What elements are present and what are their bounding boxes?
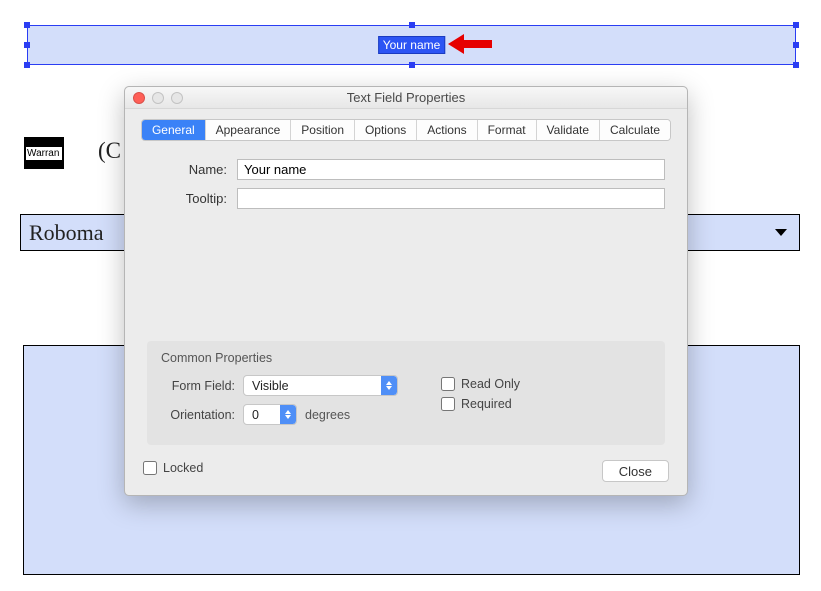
dialog-title: Text Field Properties [125, 90, 687, 105]
select-stepper-icon [280, 405, 296, 424]
required-checkbox-row[interactable]: Required [441, 397, 651, 411]
select-stepper-icon [381, 376, 397, 395]
window-minimize-button [152, 92, 164, 104]
name-label: Name: [147, 162, 237, 177]
read-only-label: Read Only [461, 377, 520, 391]
read-only-checkbox[interactable] [441, 377, 455, 391]
tooltip-input[interactable] [237, 188, 665, 209]
locked-label: Locked [163, 461, 203, 475]
tab-format[interactable]: Format [478, 120, 537, 140]
locked-checkbox-row[interactable]: Locked [143, 461, 203, 475]
resize-handle[interactable] [793, 22, 799, 28]
close-button[interactable]: Close [602, 460, 669, 482]
tab-calculate[interactable]: Calculate [600, 120, 670, 140]
resize-handle[interactable] [793, 42, 799, 48]
warran-field[interactable]: Warran [24, 137, 64, 169]
chevron-down-icon [775, 229, 787, 236]
resize-handle[interactable] [24, 22, 30, 28]
tab-general[interactable]: General [142, 120, 206, 140]
tab-position[interactable]: Position [291, 120, 355, 140]
name-input[interactable] [237, 159, 665, 180]
window-close-button[interactable] [133, 92, 145, 104]
degrees-label: degrees [305, 408, 350, 422]
dialog-titlebar[interactable]: Text Field Properties [125, 87, 687, 109]
text-field-properties-dialog: Text Field Properties General Appearance… [124, 86, 688, 496]
orientation-select-value: 0 [244, 408, 280, 422]
tab-appearance[interactable]: Appearance [206, 120, 292, 140]
required-checkbox[interactable] [441, 397, 455, 411]
locked-checkbox[interactable] [143, 461, 157, 475]
warran-text: Warran [26, 147, 62, 160]
resize-handle[interactable] [24, 62, 30, 68]
orientation-select[interactable]: 0 [243, 404, 297, 425]
general-panel: Name: Tooltip: Common Properties Form Fi… [125, 141, 687, 453]
resize-handle[interactable] [409, 22, 415, 28]
tooltip-label: Tooltip: [147, 191, 237, 206]
common-properties-section: Common Properties Form Field: Visible Or… [147, 341, 665, 445]
tab-options[interactable]: Options [355, 120, 417, 140]
form-field-label: Form Field: [161, 379, 243, 393]
required-label: Required [461, 397, 512, 411]
tab-bar: General Appearance Position Options Acti… [141, 119, 671, 141]
selected-field-label: Your name [378, 36, 446, 54]
dropdown-field-value: Roboma [29, 220, 104, 246]
form-field-select-value: Visible [244, 379, 381, 393]
tab-validate[interactable]: Validate [537, 120, 600, 140]
form-field-select[interactable]: Visible [243, 375, 398, 396]
common-properties-heading: Common Properties [161, 351, 651, 365]
close-button-label: Close [619, 464, 652, 479]
resize-handle[interactable] [24, 42, 30, 48]
read-only-checkbox-row[interactable]: Read Only [441, 377, 651, 391]
orientation-label: Orientation: [161, 408, 243, 422]
dialog-footer: Locked Close [125, 453, 687, 495]
tab-actions[interactable]: Actions [417, 120, 477, 140]
paren-c-text: (C [98, 138, 121, 164]
window-zoom-button [171, 92, 183, 104]
resize-handle[interactable] [409, 62, 415, 68]
resize-handle[interactable] [793, 62, 799, 68]
selected-text-field[interactable]: Your name [27, 25, 796, 65]
